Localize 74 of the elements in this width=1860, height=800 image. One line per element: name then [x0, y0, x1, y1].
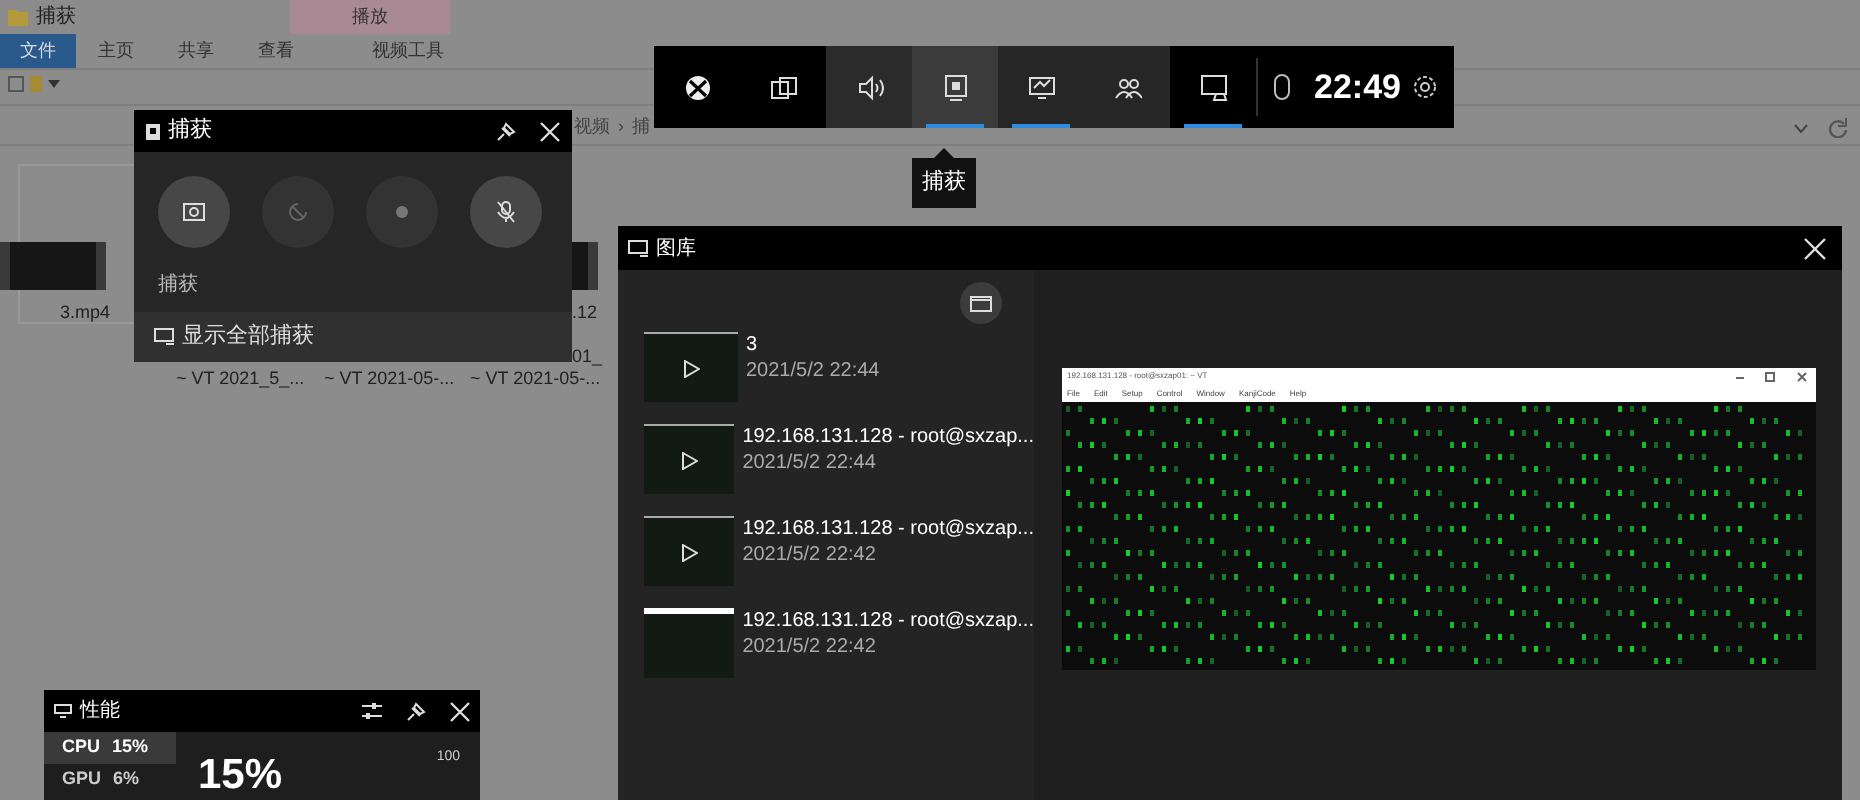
refresh-icon	[1828, 118, 1848, 138]
tooltip-pointer	[934, 148, 954, 158]
speaker-icon	[855, 73, 883, 101]
play-icon	[683, 359, 699, 377]
ribbon-tab[interactable]: 文件	[0, 34, 76, 68]
windows-icon	[769, 73, 797, 101]
section-label: 捕获	[156, 271, 200, 300]
caret-icon	[48, 80, 60, 88]
file-name: 3.mp4	[60, 300, 111, 326]
audio-widget-button[interactable]	[826, 46, 912, 128]
file-name: ~ VT 2021-05-...	[470, 366, 601, 392]
capture-title: 3	[746, 332, 760, 358]
gallery-item[interactable]: 3 2021/5/2 22:44	[644, 332, 1034, 402]
folder-icon	[970, 294, 992, 312]
checkbox-icon	[8, 76, 24, 92]
social-widget-button[interactable]	[1084, 46, 1170, 128]
mouse-icon	[1274, 74, 1290, 100]
file-name: 01_	[572, 344, 603, 370]
metric-tab[interactable]: CPU 15%	[44, 732, 176, 764]
breadcrumb-separator: ›	[618, 114, 624, 140]
context-tab-header: 播放	[290, 0, 450, 34]
capture-title: 192.168.131.128 - root@sxzap...	[742, 608, 1034, 634]
capture-title: 192.168.131.128 - root@sxzap...	[742, 424, 1034, 450]
show-all-captures-link[interactable]: 显示全部捕获	[134, 312, 572, 362]
close-icon[interactable]	[540, 121, 560, 141]
tooltip: 捕获	[912, 158, 976, 207]
close-icon[interactable]	[1804, 237, 1826, 259]
ribbon-tab[interactable]: 共享	[156, 34, 236, 68]
capture-widget-button[interactable]	[912, 46, 998, 128]
performance-widget-button[interactable]	[998, 46, 1084, 128]
capture-button[interactable]	[470, 176, 542, 248]
xbox-logo-icon	[683, 73, 711, 101]
close-icon[interactable]	[450, 701, 470, 721]
ribbon-tab[interactable]: 视频工具	[328, 34, 488, 68]
microphone-off-icon	[494, 200, 518, 224]
ribbon-tab[interactable]: 查看	[236, 34, 316, 68]
window-title: 捕获	[36, 3, 76, 32]
open-folder-button[interactable]	[960, 282, 1002, 324]
video-thumbnail-drawing	[572, 242, 598, 290]
ribbon-tab[interactable]: 主页	[76, 34, 156, 68]
pin-icon[interactable]	[496, 121, 516, 141]
folder-icon	[30, 76, 42, 92]
dropdown-caret-icon	[1794, 124, 1808, 134]
panel-title: 性能	[80, 697, 122, 726]
file-name: ~ VT 2021_5_...	[176, 366, 305, 392]
gallery-item[interactable]: 192.168.131.128 - root@sxzap... 2021/5/2 22:44	[644, 424, 1034, 494]
monitor-chart-icon	[1027, 73, 1055, 101]
pin-icon[interactable]	[406, 701, 426, 721]
file-name: .12	[572, 300, 598, 326]
gallery-item[interactable]: 192.168.131.128 - root@sxzap... 2021/5/2 22:42	[644, 516, 1034, 586]
capture-date: 2021/5/2 22:42	[742, 634, 878, 660]
video-thumbnail-drawing	[0, 242, 106, 290]
capture-title: 192.168.131.128 - root@sxzap...	[742, 516, 1034, 542]
settings-icon[interactable]	[1412, 74, 1439, 100]
capture-button[interactable]	[158, 176, 230, 248]
clock-time: 22:49	[1314, 65, 1401, 110]
metric-tab[interactable]: GPU 6%	[44, 764, 176, 796]
sliders-icon[interactable]	[362, 702, 382, 720]
play-icon	[681, 451, 698, 469]
screen-icon	[628, 239, 648, 257]
capture-date: 2021/5/2 22:42	[742, 542, 878, 568]
panel-title: 图库	[656, 235, 698, 263]
cpu-usage-value: 15%	[198, 750, 283, 800]
folder-icon	[8, 8, 28, 26]
record-dot-icon	[390, 200, 414, 224]
capture-date: 2021/5/2 22:44	[746, 358, 880, 384]
capture-date: 2021/5/2 22:44	[742, 450, 878, 476]
monitor-icon	[54, 704, 72, 718]
play-icon	[681, 543, 698, 561]
panel-title: 捕获	[168, 115, 214, 147]
screen-icon	[154, 328, 174, 346]
gallery-item[interactable]: 192.168.131.128 - root@sxzap... 2021/5/2 22:42	[644, 608, 1034, 678]
people-icon	[1113, 73, 1141, 101]
file-name: ~ VT 2021-05-...	[324, 366, 455, 392]
